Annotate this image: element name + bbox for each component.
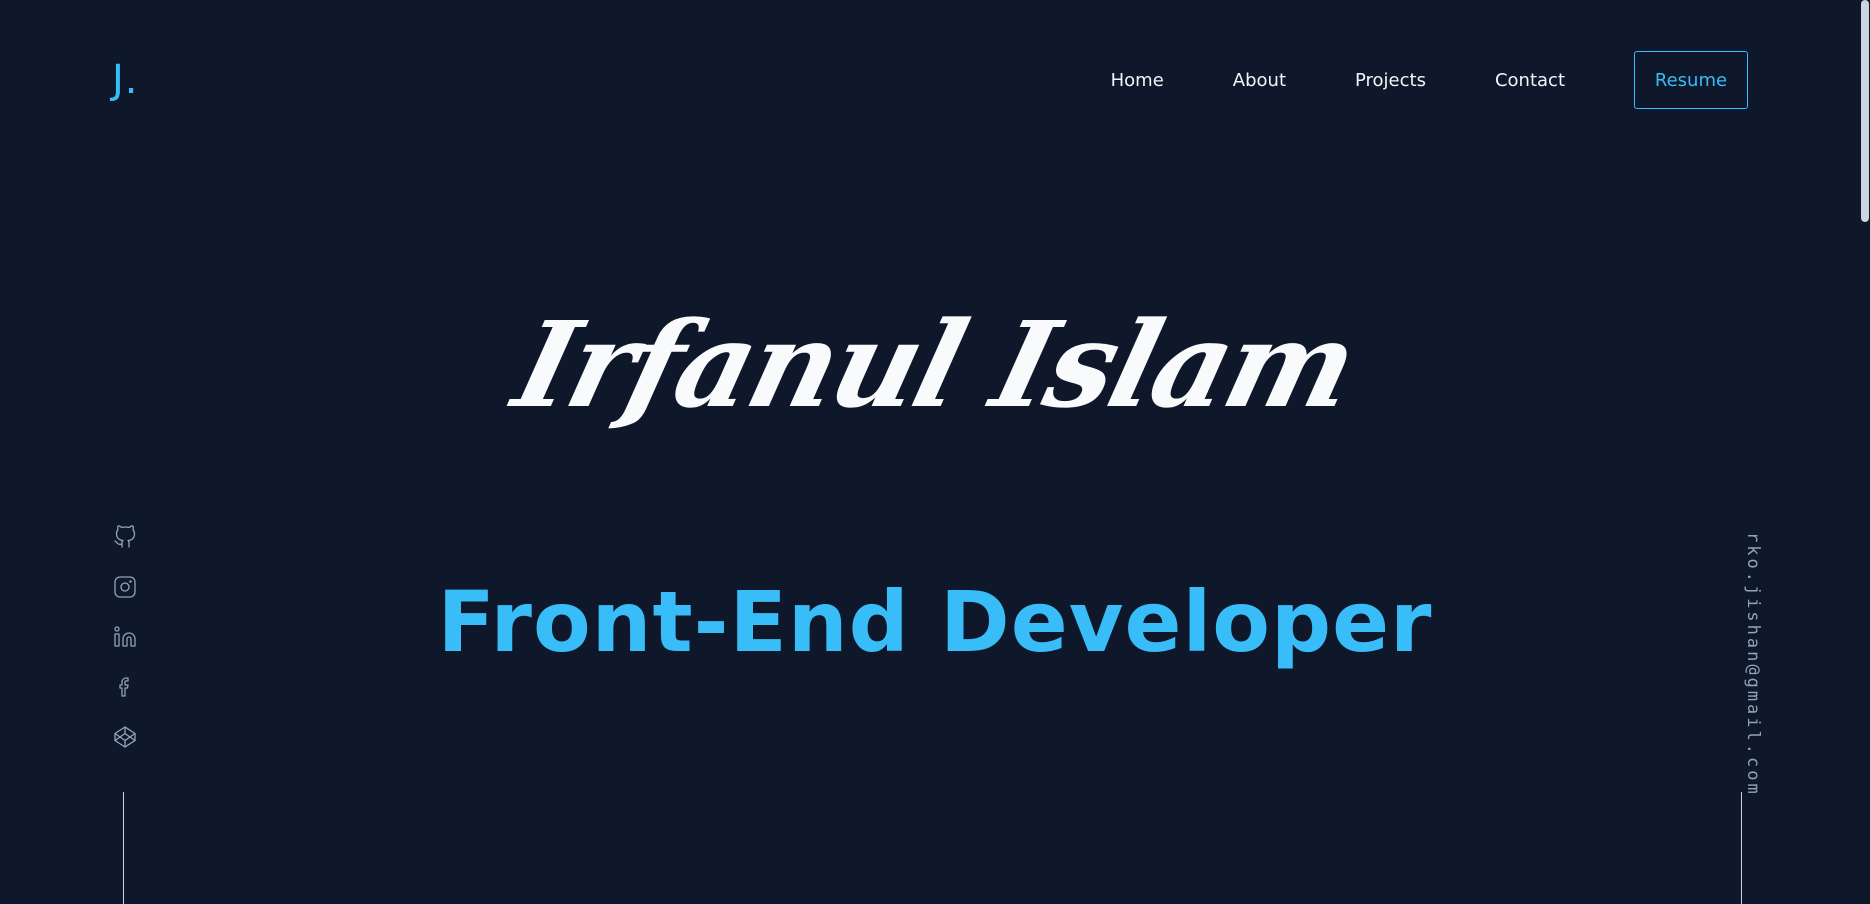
social-links (110, 524, 140, 774)
right-divider-line (1741, 792, 1742, 904)
main-nav: Home About Projects Contact Resume (1111, 50, 1748, 110)
github-icon[interactable] (112, 524, 138, 550)
email-link[interactable]: rko.jishan@gmail.com (1743, 532, 1763, 797)
nav-link-contact[interactable]: Contact (1495, 70, 1565, 91)
scrollbar-thumb[interactable] (1861, 0, 1869, 222)
resume-button[interactable]: Resume (1634, 51, 1748, 109)
left-divider-line (123, 792, 124, 904)
facebook-icon[interactable] (112, 674, 138, 700)
hero-name: Irfanul Islam (502, 295, 1368, 434)
nav-link-about[interactable]: About (1233, 70, 1286, 91)
codepen-icon[interactable] (112, 724, 138, 750)
instagram-icon[interactable] (112, 574, 138, 600)
hero-role: Front-End Developer (437, 573, 1433, 671)
site-logo[interactable]: J. (112, 56, 139, 104)
linkedin-icon[interactable] (112, 624, 138, 650)
scrollbar[interactable] (1860, 0, 1870, 904)
nav-link-home[interactable]: Home (1111, 70, 1164, 91)
nav-link-projects[interactable]: Projects (1355, 70, 1426, 91)
